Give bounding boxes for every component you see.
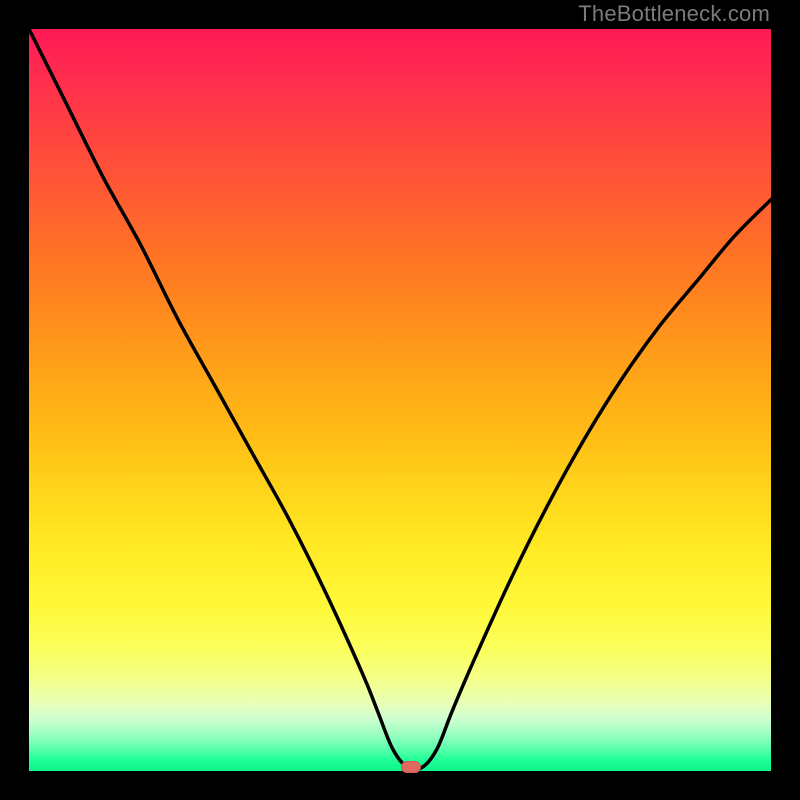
watermark-text: TheBottleneck.com xyxy=(578,1,770,27)
bottleneck-curve-icon xyxy=(29,29,771,771)
optimum-marker xyxy=(401,761,421,773)
chart-frame: TheBottleneck.com xyxy=(0,0,800,800)
plot-area xyxy=(29,29,771,771)
